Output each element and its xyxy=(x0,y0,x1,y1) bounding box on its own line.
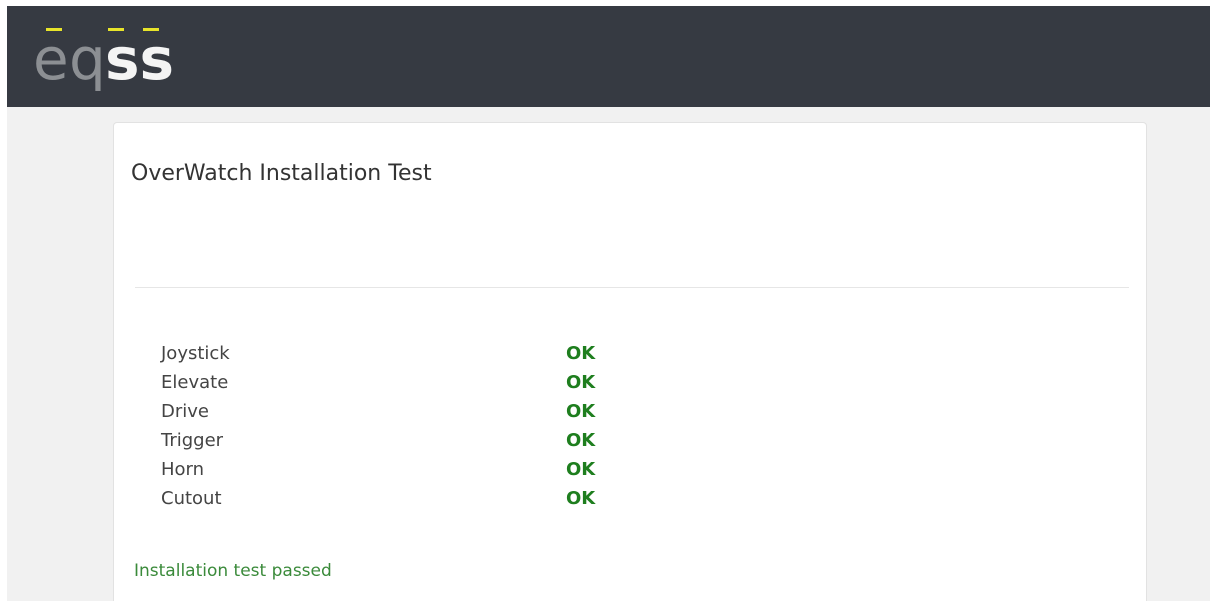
test-summary-message: Installation test passed xyxy=(134,561,332,581)
card-title: OverWatch Installation Test xyxy=(131,161,432,186)
eqss-logo: e q ss xyxy=(33,25,174,93)
result-row-cutout: Cutout OK xyxy=(161,488,761,517)
result-label: Elevate xyxy=(161,372,229,393)
result-label: Horn xyxy=(161,459,205,480)
result-row-horn: Horn OK xyxy=(161,459,761,488)
result-status: OK xyxy=(566,401,596,422)
result-label: Trigger xyxy=(161,430,224,451)
logo-letter-e: e xyxy=(33,25,69,93)
result-row-drive: Drive OK xyxy=(161,401,761,430)
result-status: OK xyxy=(566,488,596,509)
result-status: OK xyxy=(566,430,596,451)
result-row-elevate: Elevate OK xyxy=(161,372,761,401)
divider xyxy=(135,287,1129,288)
page: e q ss OverWatch Installation Test Joyst… xyxy=(0,0,1210,601)
installation-test-card: OverWatch Installation Test Joystick OK … xyxy=(113,122,1147,601)
result-row-trigger: Trigger OK xyxy=(161,430,761,459)
result-status: OK xyxy=(566,372,596,393)
result-status: OK xyxy=(566,459,596,480)
result-label: Drive xyxy=(161,401,209,422)
logo-letters-ss: ss xyxy=(105,25,174,93)
top-header: e q ss xyxy=(7,6,1210,107)
test-results-list: Joystick OK Elevate OK Drive OK Trigger … xyxy=(161,343,761,517)
result-row-joystick: Joystick OK xyxy=(161,343,761,372)
result-status: OK xyxy=(566,343,596,364)
result-label: Cutout xyxy=(161,488,222,509)
logo-letter-q: q xyxy=(69,25,106,93)
result-label: Joystick xyxy=(161,343,230,364)
